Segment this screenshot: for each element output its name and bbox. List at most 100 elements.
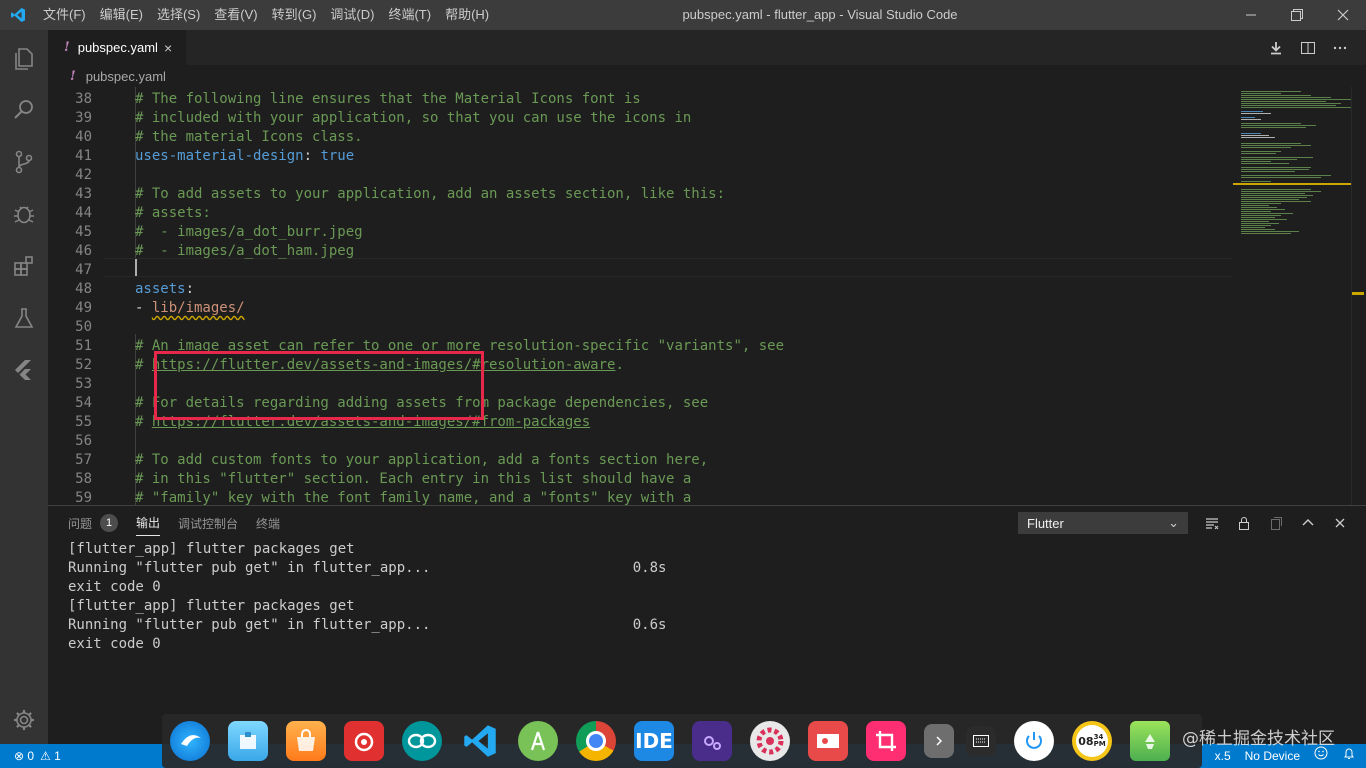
output-channel-select[interactable]: Flutter ⌄ — [1018, 512, 1188, 534]
breadcrumb[interactable]: ! pubspec.yaml — [48, 65, 1366, 87]
code-line: 43 # To add assets to your application, a… — [48, 185, 1233, 204]
lock-scroll-icon[interactable] — [1228, 510, 1260, 536]
tab-terminal[interactable]: 终端 — [256, 515, 280, 532]
minimap-row — [1241, 213, 1293, 214]
menu-edit[interactable]: 编辑(E) — [93, 0, 150, 30]
line-number: 47 — [75, 262, 92, 278]
line-number: 58 — [75, 471, 92, 487]
output-log[interactable]: [flutter_app] flutter packages get Runni… — [68, 540, 666, 654]
search-icon[interactable] — [0, 86, 48, 134]
line-content: # https://flutter.dev/assets-and-images/… — [135, 413, 590, 432]
code-line: 49 - lib/images/ — [48, 299, 1233, 318]
code-editor[interactable]: 38 # The following line ensures that the … — [48, 87, 1366, 505]
line-number: 54 — [75, 395, 92, 411]
chevron-right-icon[interactable] — [924, 724, 954, 758]
minimap[interactable] — [1233, 87, 1356, 505]
open-log-icon[interactable] — [1260, 510, 1292, 536]
output-line: [flutter_app] flutter packages get — [68, 598, 355, 614]
chrome-icon[interactable] — [576, 721, 616, 761]
more-actions-icon[interactable] — [1324, 30, 1356, 65]
comment-text: # - images/a_dot_burr.jpeg — [135, 224, 363, 240]
code-line: 42 — [48, 166, 1233, 185]
settings-gear-icon[interactable] — [0, 702, 48, 738]
vscode-dock-icon[interactable] — [460, 721, 500, 761]
tab-debug-console[interactable]: 调试控制台 — [178, 515, 238, 532]
menu-file[interactable]: 文件(F) — [36, 0, 93, 30]
yaml-file-icon: ! — [70, 68, 76, 84]
line-content: # To add custom fonts to your applicatio… — [135, 451, 708, 470]
comment-text: # An image asset can refer to one or mor… — [135, 338, 785, 354]
flutter-get-packages-icon[interactable] — [1260, 30, 1292, 65]
app-store-icon[interactable] — [286, 721, 326, 761]
minimap-row — [1241, 111, 1263, 112]
comment-text: # "family" key with the font family name… — [135, 490, 692, 505]
notifications-bell-icon[interactable] — [1342, 744, 1356, 768]
close-panel-icon[interactable] — [1324, 510, 1356, 536]
restore-button[interactable] — [1274, 0, 1320, 30]
trash-icon[interactable] — [1130, 721, 1170, 761]
minimap-row — [1241, 203, 1281, 204]
settings-app-icon[interactable] — [750, 721, 790, 761]
menu-terminal[interactable]: 终端(T) — [381, 0, 438, 30]
power-icon[interactable] — [1014, 721, 1054, 761]
chevron-down-icon: ⌄ — [1168, 515, 1179, 530]
tab-pubspec-yaml[interactable]: ! pubspec.yaml × — [48, 30, 186, 65]
ide-icon[interactable]: IDE — [634, 721, 674, 761]
line-number: 57 — [75, 452, 92, 468]
tab-output[interactable]: 输出 — [136, 514, 161, 536]
android-studio-icon[interactable] — [518, 721, 558, 761]
breadcrumb-file[interactable]: pubspec.yaml — [86, 69, 166, 84]
keyboard-icon[interactable] — [966, 726, 996, 756]
screen-recorder-icon[interactable] — [808, 721, 848, 761]
split-editor-icon[interactable] — [1292, 30, 1324, 65]
maximize-panel-icon[interactable] — [1292, 510, 1324, 536]
flutter-icon[interactable] — [0, 346, 48, 394]
minimap-row — [1241, 177, 1321, 178]
deepin-launcher-icon[interactable] — [170, 721, 210, 761]
extensions-icon[interactable] — [0, 242, 48, 290]
line-content: # https://flutter.dev/assets-and-images/… — [135, 356, 624, 375]
debug-icon[interactable] — [0, 190, 48, 238]
tab-label: pubspec.yaml — [77, 40, 158, 55]
clear-output-icon[interactable] — [1196, 510, 1228, 536]
minimize-button[interactable] — [1228, 0, 1274, 30]
comment-text: # - images/a_dot_ham.jpeg — [135, 243, 355, 259]
menu-view[interactable]: 查看(V) — [207, 0, 264, 30]
minimap-row — [1241, 101, 1326, 102]
file-manager-icon[interactable] — [228, 721, 268, 761]
minimap-row — [1241, 159, 1297, 160]
code-line: 56 — [48, 432, 1233, 451]
menu-go[interactable]: 转到(G) — [265, 0, 324, 30]
close-window-button[interactable] — [1320, 0, 1366, 30]
source-control-icon[interactable] — [0, 138, 48, 186]
menu-selection[interactable]: 选择(S) — [150, 0, 207, 30]
yaml-separator: : — [303, 148, 321, 164]
vertical-scrollbar[interactable] — [1351, 87, 1366, 505]
arduino-icon[interactable] — [402, 721, 442, 761]
tab-problems[interactable]: 问题 1 — [68, 514, 119, 532]
minimap-row — [1241, 127, 1306, 128]
menu-debug[interactable]: 调试(D) — [323, 0, 381, 30]
minimap-row — [1241, 221, 1269, 222]
minimap-row — [1241, 181, 1271, 182]
minimap-row — [1241, 153, 1276, 154]
minimap-row — [1241, 157, 1313, 158]
panel-tabs: 问题 1 输出 调试控制台 终端 — [68, 506, 298, 540]
plugin-icon[interactable] — [692, 721, 732, 761]
testing-flask-icon[interactable] — [0, 294, 48, 342]
netease-music-icon[interactable] — [344, 721, 384, 761]
minimap-row — [1241, 91, 1301, 92]
menu-help[interactable]: 帮助(H) — [438, 0, 496, 30]
editor-actions — [1260, 30, 1356, 65]
code-line: 54 # For details regarding adding assets … — [48, 394, 1233, 413]
line-content: # assets: — [135, 204, 211, 223]
explorer-icon[interactable] — [0, 34, 48, 82]
text-cursor — [135, 259, 137, 276]
line-content: # The following line ensures that the Ma… — [135, 90, 641, 109]
tab-close-button[interactable]: × — [164, 40, 172, 56]
minimap-row — [1241, 143, 1301, 144]
screenshot-icon[interactable] — [866, 721, 906, 761]
minimap-row — [1241, 133, 1261, 134]
clock-hour: 08 — [1078, 734, 1094, 748]
problems-status[interactable]: ⊗ 0 ⚠ 1 — [14, 744, 61, 768]
